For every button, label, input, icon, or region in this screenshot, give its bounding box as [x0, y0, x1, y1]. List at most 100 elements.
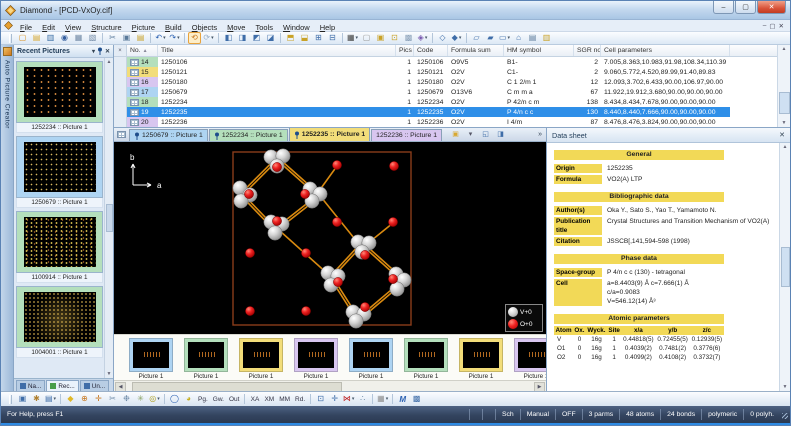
panel-menu-icon[interactable]: ▾	[92, 48, 95, 55]
scroll-down-icon[interactable]: ▼	[783, 384, 788, 390]
break-bonds-button[interactable]: ✂	[106, 393, 119, 405]
recent-picture-item[interactable]: 1004001 :: Picture 1	[16, 286, 103, 358]
crystal-structure-canvas[interactable]: ba	[114, 142, 544, 334]
filmstrip-item[interactable]: Picture 1	[349, 338, 393, 380]
data-window-button[interactable]: ◨	[236, 32, 249, 44]
paste-button[interactable]: ▤	[134, 32, 147, 44]
filmstrip-item[interactable]: Picture 1	[129, 338, 173, 380]
redo-button[interactable]: ↷▾	[168, 32, 181, 44]
connect-atoms-button[interactable]: ❉	[120, 393, 133, 405]
copy-button[interactable]: ▣	[120, 32, 133, 44]
table-row[interactable]: 19125223511252235O2VP 4/n c c1308.440,8.…	[114, 107, 790, 117]
completion-mode-button[interactable]: ◎▾	[148, 393, 161, 405]
scrollbar-thumb[interactable]	[106, 204, 113, 232]
packing-button[interactable]: Pg.	[196, 393, 210, 405]
dropdown-arrow-icon[interactable]: ▾	[508, 35, 511, 41]
table-scrollbar[interactable]: ▲ ▼	[777, 45, 790, 127]
recent-picture-item[interactable]: 1252234 :: Picture 1	[16, 61, 103, 133]
filmstrip-item[interactable]: Picture 1	[184, 338, 228, 380]
column-header-pics[interactable]: Pics	[396, 45, 414, 56]
filmstrip-item[interactable]: Picture 1	[459, 338, 503, 380]
scrollbar-thumb[interactable]	[781, 247, 790, 287]
menu-build[interactable]: Build	[160, 23, 187, 32]
dropdown-arrow-icon[interactable]: ▾	[352, 396, 355, 402]
coordination-xa-button[interactable]: XA	[248, 393, 261, 405]
picture-view-button[interactable]: ⊟	[326, 32, 339, 44]
table-row[interactable]: 18125223411252234O2VP 42/n c m1388.434,8…	[114, 97, 790, 107]
menu-objects[interactable]: Objects	[187, 23, 222, 32]
data-sheet-scrollbar[interactable]: ▲ ▼	[779, 143, 790, 391]
auto-picture-creator-tab[interactable]: Auto Picture Creator	[4, 60, 11, 129]
tab-menu-button[interactable]: ▾	[464, 129, 477, 141]
undo-button[interactable]: ↶▾	[154, 32, 167, 44]
new-picture-button[interactable]: ▣	[374, 32, 387, 44]
menu-edit[interactable]: Edit	[37, 23, 60, 32]
new-document-button[interactable]: ▢	[16, 32, 29, 44]
menu-window[interactable]: Window	[278, 23, 315, 32]
column-header-code[interactable]: Code	[414, 45, 448, 56]
structure-viewport[interactable]: ba V+0O+0	[114, 142, 546, 334]
filmstrip-item[interactable]: Picture 1	[294, 338, 338, 380]
table-row[interactable]: 17125067911250679O13V6C m m a6711.922,19…	[114, 87, 790, 97]
cut-out-button[interactable]: Out	[227, 393, 241, 405]
save-button[interactable]: ▥	[44, 32, 57, 44]
column-header-sgr-no-[interactable]: SGR no.	[574, 45, 601, 56]
menu-file[interactable]: File	[15, 23, 37, 32]
view-along-c-button[interactable]: ▭▾	[498, 32, 511, 44]
float-window-button[interactable]: ◱	[479, 129, 492, 141]
picture-creation-settings-button[interactable]: ✱	[30, 393, 43, 405]
cut-button[interactable]: ✂	[106, 32, 119, 44]
print-preview-button[interactable]: ▧	[86, 32, 99, 44]
dropdown-arrow-icon[interactable]: ▾	[157, 396, 160, 402]
table-row[interactable]: 16125018011250180O2VC 1 2/m 11212.093,3.…	[114, 77, 790, 87]
view-along-b-button[interactable]: ▰	[484, 32, 497, 44]
data-brief-button[interactable]: ⬒	[284, 32, 297, 44]
column-header-cell-parameters[interactable]: Cell parameters	[601, 45, 730, 56]
html-report-button[interactable]: ▤	[526, 32, 539, 44]
menu-view[interactable]: View	[60, 23, 86, 32]
coordination-mm-button[interactable]: MM	[277, 393, 292, 405]
table-row[interactable]: 15125012111250121O2VC1-29.060,5.772,4.52…	[114, 67, 790, 77]
column-header-no-[interactable]: No.▲	[127, 45, 158, 56]
resize-grip[interactable]	[780, 409, 790, 420]
scrollbar-thumb[interactable]	[779, 92, 790, 114]
menu-structure[interactable]: Structure	[86, 23, 126, 32]
picture-tab[interactable]: 1252234 :: Picture 1	[209, 129, 288, 141]
thermal-ellipsoids-button[interactable]: ◯	[168, 393, 181, 405]
panel-tab-rec[interactable]: Rec...	[46, 380, 78, 391]
dropdown-arrow-icon[interactable]: ▾	[356, 35, 359, 41]
home-view-button[interactable]: ⌂	[512, 32, 525, 44]
table-select-all[interactable]: ×	[114, 45, 127, 56]
table-mode-button[interactable]: ▦▾	[346, 32, 359, 44]
dropdown-arrow-icon[interactable]: ▾	[163, 35, 166, 41]
space-filling-button[interactable]: ◕	[182, 393, 195, 405]
dropdown-arrow-icon[interactable]: ▾	[425, 35, 428, 41]
atomic-row[interactable]: O1016g10.4039(2)0.7481(2)0.3776(6)	[554, 344, 724, 353]
menu-tools[interactable]: Tools	[250, 23, 278, 32]
column-header-title[interactable]: Title	[158, 45, 396, 56]
pattern-button[interactable]: ▦▾	[376, 393, 389, 405]
add-atom-button[interactable]: ✛	[92, 393, 105, 405]
dropdown-arrow-icon[interactable]: ▾	[54, 396, 57, 402]
duplicate-picture-button[interactable]: ⊡	[388, 32, 401, 44]
doc-restore-button[interactable]: ▢	[769, 22, 775, 30]
dropdown-arrow-icon[interactable]: ▾	[459, 35, 462, 41]
panel-tab-un[interactable]: Un...	[80, 380, 109, 391]
filmstrip-item[interactable]: Picture 1	[514, 338, 546, 380]
table-view-button[interactable]: ⊞	[312, 32, 325, 44]
sidebar-scrollbar[interactable]: ▲ ▼	[104, 58, 113, 378]
pin-icon[interactable]	[97, 47, 103, 55]
filter-atoms-button[interactable]: ◆	[64, 393, 77, 405]
polyhedra-button[interactable]: ⋈▾	[342, 393, 355, 405]
tab-overflow-chevron[interactable]: »	[538, 131, 542, 138]
menu-picture[interactable]: Picture	[127, 23, 160, 32]
picture-creation-menu-button[interactable]: ▤▾	[44, 393, 57, 405]
minimize-button[interactable]: –	[713, 1, 734, 14]
picture-tab[interactable]: 1250679 :: Picture 1	[129, 129, 208, 141]
atomic-row[interactable]: V016g10.44818(5)0.72455(5)0.12939(5)	[554, 335, 724, 344]
picture-tab[interactable]: 1252236 :: Picture 1	[371, 129, 442, 141]
table-row[interactable]: 14125010611250106O9V5B1-27.005,8.363,10.…	[114, 57, 790, 67]
drag-mode-button[interactable]: ◆▾	[450, 32, 463, 44]
structure-window-button[interactable]: ◧	[222, 32, 235, 44]
toolbar-grip[interactable]	[9, 34, 12, 43]
